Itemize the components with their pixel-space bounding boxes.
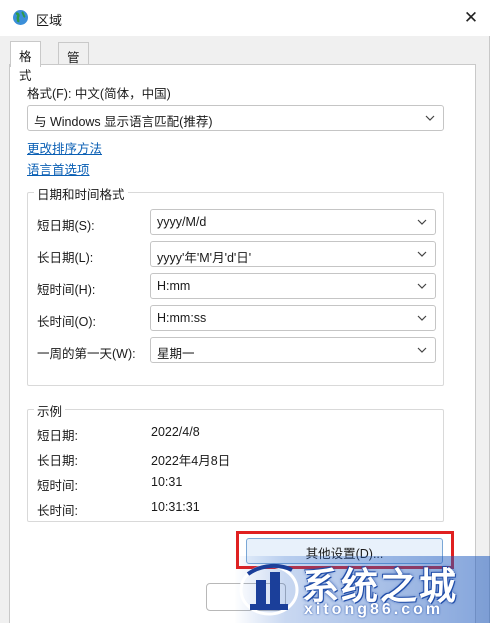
short-date-label: 短日期(S): — [37, 219, 95, 233]
examples-group: 示例 短日期: 2022/4/8 长日期: 2022年4月8日 短时间: 10:… — [27, 401, 444, 522]
short-time-value: H:mm — [157, 279, 191, 293]
first-day-label: 一周的第一天(W): — [37, 347, 136, 361]
first-day-value: 星期一 — [157, 347, 195, 361]
tab-admin[interactable]: 管理 — [58, 42, 89, 84]
chevron-down-icon — [417, 315, 427, 321]
title-bar: 区域 ✕ — [0, 0, 490, 36]
window-title: 区域 — [36, 13, 63, 28]
long-time-value: H:mm:ss — [157, 311, 207, 325]
example-long-time-label: 长时间: — [37, 504, 78, 518]
close-icon: ✕ — [463, 8, 479, 27]
chevron-down-icon — [417, 219, 427, 225]
tab-format[interactable]: 格式 — [10, 41, 41, 83]
watermark-logo-icon — [239, 563, 299, 616]
long-time-select[interactable]: H:mm:ss — [150, 305, 436, 331]
watermark-url: xitong86.com — [304, 601, 444, 618]
change-sort-link[interactable]: 更改排序方法 — [27, 138, 102, 157]
format-label: 格式(F): 中文(简体，中国) — [27, 87, 171, 101]
long-date-value: yyyy'年'M'月'd'日' — [157, 251, 252, 265]
short-date-value: yyyy/M/d — [157, 215, 207, 229]
examples-group-title: 示例 — [34, 401, 66, 420]
region-dialog: 区域 ✕ 格式 管理 格式(F): 中文(简体，中国) 与 Windows 显示… — [0, 0, 490, 623]
format-select[interactable]: 与 Windows 显示语言匹配(推荐) — [27, 105, 444, 131]
format-select-value: 与 Windows 显示语言匹配(推荐) — [34, 115, 213, 129]
short-date-select[interactable]: yyyy/M/d — [150, 209, 436, 235]
chevron-down-icon — [417, 251, 427, 257]
example-long-date-value: 2022年4月8日 — [151, 454, 231, 468]
long-date-label: 长日期(L): — [37, 251, 94, 265]
language-preferences-link[interactable]: 语言首选项 — [27, 159, 90, 178]
example-long-time-value: 10:31:31 — [151, 500, 200, 514]
example-short-time-label: 短时间: — [37, 479, 78, 493]
example-long-date-label: 长日期: — [37, 454, 78, 468]
chevron-down-icon — [417, 283, 427, 289]
short-time-select[interactable]: H:mm — [150, 273, 436, 299]
datetime-group-title: 日期和时间格式 — [34, 184, 128, 203]
chevron-down-icon — [417, 347, 427, 353]
short-time-label: 短时间(H): — [37, 283, 96, 297]
long-date-select[interactable]: yyyy'年'M'月'd'日' — [150, 241, 436, 267]
first-day-select[interactable]: 星期一 — [150, 337, 436, 363]
chevron-down-icon — [425, 115, 435, 121]
close-button[interactable]: ✕ — [455, 4, 487, 32]
example-short-date-value: 2022/4/8 — [151, 425, 200, 439]
datetime-format-group: 日期和时间格式 短日期(S): yyyy/M/d 长日期(L): yyyy'年'… — [27, 184, 444, 386]
example-short-time-value: 10:31 — [151, 475, 183, 489]
long-time-label: 长时间(O): — [37, 315, 97, 329]
example-short-date-label: 短日期: — [37, 429, 78, 443]
globe-icon — [13, 10, 28, 25]
